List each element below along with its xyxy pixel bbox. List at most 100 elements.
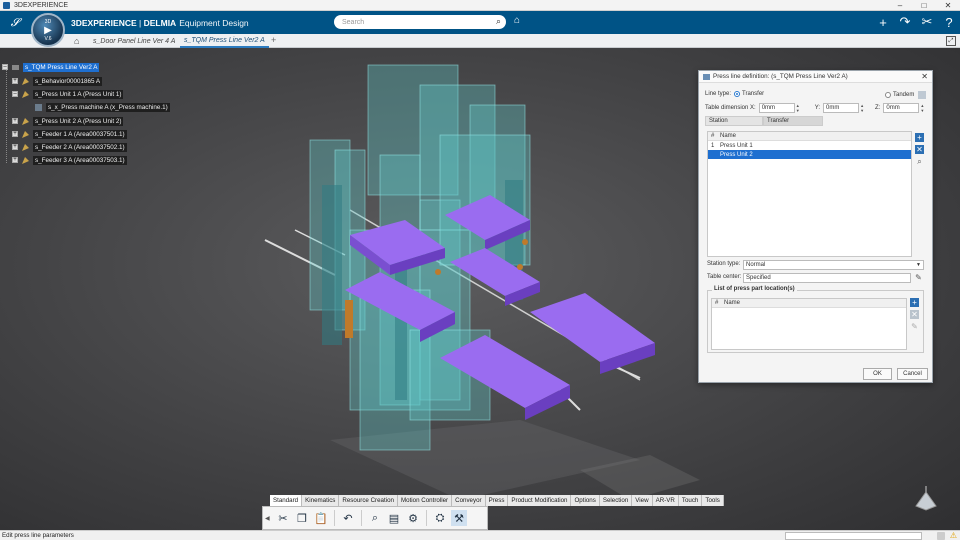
tree-node[interactable]: s_x_Press machine A (x_Press machine.1) — [34, 102, 170, 112]
tree-node-label: s_Feeder 3 A (Area00037503.1) — [33, 155, 127, 165]
tab-ar-vr[interactable]: AR-VR — [652, 495, 679, 506]
fullscreen-icon[interactable]: ⤢ — [946, 36, 956, 46]
table-center-row: Table center: — [707, 274, 741, 280]
dim-z-field[interactable]: 0mm — [883, 103, 920, 113]
copy-icon[interactable]: ❐ — [294, 510, 310, 526]
tab-product-modification[interactable]: Product Modification — [508, 495, 572, 506]
ds-logo-icon[interactable]: 𝓢 — [6, 15, 24, 31]
table-center-field[interactable]: Specified — [743, 273, 911, 283]
tab-transfer[interactable]: Transfer — [763, 116, 823, 126]
tree-node[interactable]: + s_Press Unit 2 A (Press Unit 2) — [12, 116, 124, 126]
press-tool-icon[interactable]: ⛭ — [432, 510, 448, 526]
delete-station-button[interactable]: ✕ — [915, 145, 924, 154]
collapse-arrow-icon[interactable]: ◀ — [265, 515, 270, 522]
cut-icon[interactable]: ✂ — [275, 510, 291, 526]
tab-kinematics[interactable]: Kinematics — [302, 495, 340, 506]
settings-icon[interactable]: ⚙ — [405, 510, 421, 526]
expand-toggle[interactable]: + — [12, 157, 18, 163]
tab-door-panel-line[interactable]: s_Door Panel Line Ver 4 A — [89, 34, 179, 48]
station-table: # Name 1 Press Unit 1 Press Unit 2 — [707, 131, 912, 257]
dim-z-spinner[interactable]: ▲ ▼ — [919, 103, 925, 113]
close-button[interactable]: ✕ — [936, 0, 960, 11]
tab-tools[interactable]: Tools — [702, 495, 724, 506]
app-name: Equipment Design — [179, 17, 249, 28]
collapse-toggle[interactable]: – — [2, 64, 8, 70]
compass-icon[interactable]: 3D ▶ V.6 — [31, 13, 65, 47]
line-type-row: Line type: Transfer — [705, 91, 764, 97]
dim-y-label: Y: — [814, 105, 821, 111]
tag-icon[interactable]: ⌂ — [514, 15, 526, 27]
expand-toggle[interactable]: + — [12, 144, 18, 150]
expand-toggle[interactable]: + — [12, 78, 18, 84]
tools-icon[interactable]: ✂ — [920, 13, 934, 31]
tab-station[interactable]: Station — [705, 116, 763, 126]
radio-transfer[interactable] — [734, 91, 741, 97]
radio-tandem[interactable] — [885, 92, 891, 98]
tab-motion-controller[interactable]: Motion Controller — [397, 495, 453, 506]
expand-toggle[interactable]: + — [12, 118, 18, 124]
table-row[interactable]: 1 Press Unit 1 — [708, 141, 911, 150]
book-icon[interactable]: ▤ — [386, 510, 402, 526]
tab-tqm-press-line[interactable]: s_TQM Press Line Ver2 A — [180, 34, 269, 48]
tab-resource-creation[interactable]: Resource Creation — [339, 495, 398, 506]
add-icon[interactable]: + — [876, 13, 890, 31]
tree-node[interactable]: + s_Feeder 1 A (Area00037501.1) — [12, 129, 127, 139]
add-press-part-button[interactable]: + — [910, 298, 919, 307]
tree-node[interactable]: + s_Behavior00001865 A — [12, 76, 103, 86]
status-icon[interactable] — [937, 532, 945, 540]
col-name: Name — [724, 300, 741, 306]
dim-y-spinner[interactable]: ▲ ▼ — [859, 103, 865, 113]
tab-options[interactable]: Options — [571, 495, 600, 506]
play-icon: ▶ — [44, 24, 52, 36]
zoom-icon[interactable]: ⌕ — [367, 510, 383, 526]
tab-selection[interactable]: Selection — [599, 495, 633, 506]
home-icon[interactable]: ⌂ — [74, 36, 79, 46]
edit-pencil-icon[interactable]: ✎ — [914, 273, 923, 282]
tab-press[interactable]: Press — [485, 495, 509, 506]
dialog-title-bar[interactable]: Press line definition: (s_TQM Press Line… — [699, 71, 932, 83]
window-controls: – □ ✕ — [888, 0, 960, 11]
tree-node[interactable]: + s_Feeder 3 A (Area00037503.1) — [12, 155, 127, 165]
tree-node-label: s_Behavior00001865 A — [33, 76, 103, 86]
tab-touch[interactable]: Touch — [678, 495, 703, 506]
cancel-button[interactable]: Cancel — [897, 368, 928, 380]
dialog-close-icon[interactable]: ✕ — [921, 72, 928, 81]
search-icon[interactable]: ⌕ — [496, 16, 501, 27]
tab-conveyor[interactable]: Conveyor — [452, 495, 486, 506]
maximize-button[interactable]: □ — [912, 0, 936, 11]
view-cube-icon[interactable] — [912, 486, 940, 514]
tab-view[interactable]: View — [632, 495, 653, 506]
search-station-icon[interactable]: ⌕ — [915, 157, 924, 166]
station-table-header: # Name — [708, 132, 911, 141]
paste-icon[interactable]: 📋 — [313, 510, 329, 526]
undo-icon[interactable]: ↶ — [340, 510, 356, 526]
action-bar: ◀ ✂ ❐ 📋 ↶ ⌕ ▤ ⚙ ⛭ ⚒ — [262, 506, 488, 530]
radio-tandem-label: Tandem — [893, 92, 915, 98]
table-row-selected[interactable]: Press Unit 2 — [708, 150, 911, 159]
tree-node[interactable]: + s_Feeder 2 A (Area00037502.1) — [12, 142, 127, 152]
edit-press-part-icon[interactable]: ✎ — [910, 322, 919, 331]
expand-toggle[interactable]: + — [12, 131, 18, 137]
tree-node[interactable]: – s_Press Unit 1 A (Press Unit 1) — [12, 89, 124, 99]
help-icon[interactable]: ? — [942, 13, 956, 31]
dim-y-field[interactable]: 0mm — [823, 103, 860, 113]
status-input[interactable] — [785, 532, 922, 540]
press-layout-icon[interactable] — [918, 91, 927, 99]
tab-standard[interactable]: Standard — [270, 495, 303, 506]
share-icon[interactable]: ↷ — [898, 13, 912, 31]
station-type-select[interactable]: Normal ▼ — [743, 260, 924, 270]
brand: 3DEXPERIENCE | DELMIA Equipment Design — [71, 11, 249, 34]
collapse-toggle[interactable]: – — [12, 91, 18, 97]
warning-icon[interactable]: ⚠ — [950, 531, 957, 540]
tree-node-label: s_Press Unit 1 A (Press Unit 1) — [33, 89, 124, 99]
ok-button[interactable]: OK — [863, 368, 892, 380]
delete-press-part-button[interactable]: ✕ — [910, 310, 919, 319]
press-line-tool-icon[interactable]: ⚒ — [451, 510, 467, 526]
search-input[interactable]: Search ⌕ — [334, 15, 506, 29]
dim-x-field[interactable]: 0mm — [758, 103, 795, 113]
dim-x-spinner[interactable]: ▲ ▼ — [795, 103, 801, 113]
tree-root[interactable]: – s_TQM Press Line Ver2 A — [2, 62, 100, 72]
add-station-button[interactable]: + — [915, 133, 924, 142]
add-tab-icon[interactable]: + — [271, 35, 276, 45]
minimize-button[interactable]: – — [888, 0, 912, 11]
